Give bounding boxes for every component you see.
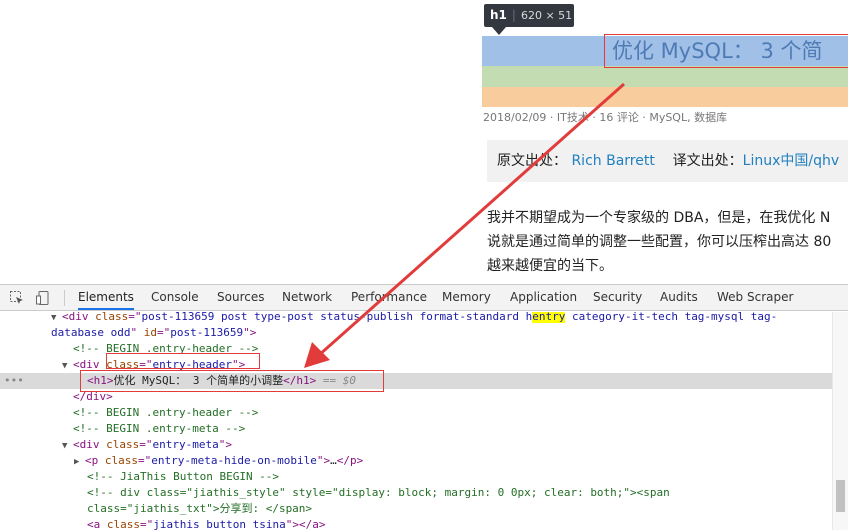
source-label: 原文出处：	[497, 153, 567, 169]
devtools-tab-bar: Elements Console Sources Network Perform…	[0, 285, 848, 311]
dom-comment[interactable]: <!-- JiaThis Button BEGIN -->	[87, 469, 848, 485]
collapse-triangle-icon[interactable]: ▼	[62, 358, 73, 374]
source-box: 原文出处： Rich Barrett 译文出处：Linux中国/qhv	[487, 140, 848, 182]
tab-audits[interactable]: Audits	[660, 285, 698, 310]
dom-node-post-div[interactable]: ▼ <div class="post-113659 post type-post …	[51, 312, 848, 325]
paragraph-line: 越来越便宜的当下。	[487, 258, 613, 274]
tab-sources[interactable]: Sources	[217, 285, 264, 310]
tab-application[interactable]: Application	[510, 285, 577, 310]
dom-comment[interactable]: <!-- BEGIN .entry-meta -->	[73, 421, 848, 437]
translation-site-link[interactable]: Linux中国/qhv	[743, 153, 839, 169]
collapse-triangle-icon[interactable]: ▼	[62, 438, 73, 454]
dom-comment[interactable]: <!-- div class="jiathis_style" style="di…	[87, 485, 848, 501]
h1-annotation-box	[80, 370, 384, 392]
paragraph-line: 我并不期望成为一个专家级的 DBA，但是，在我优化 N	[487, 210, 831, 226]
more-options-icon[interactable]: •••	[4, 373, 24, 389]
element-tooltip: h1 | 620 × 51	[484, 4, 574, 27]
collapse-triangle-icon[interactable]: ▼	[51, 312, 62, 326]
dom-node-a-tsina[interactable]: <a class="jiathis_button_tsina"></a>	[87, 517, 848, 530]
tab-memory[interactable]: Memory	[442, 285, 491, 310]
tab-console[interactable]: Console	[151, 285, 199, 310]
tab-security[interactable]: Security	[593, 285, 642, 310]
title-annotation-box	[604, 34, 848, 68]
devtools-panel: Elements Console Sources Network Perform…	[0, 284, 848, 530]
scrollbar-thumb[interactable]	[836, 480, 845, 512]
class-annotation-box	[106, 353, 260, 369]
inspect-element-icon[interactable]	[9, 290, 25, 306]
h1-padding-highlight	[482, 66, 848, 87]
toolbar-divider	[64, 290, 65, 306]
dom-node-p-meta[interactable]: ▶ <p class="entry-meta-hide-on-mobile">…<…	[74, 453, 848, 469]
expand-triangle-icon[interactable]: ▶	[74, 454, 85, 470]
device-toolbar-icon[interactable]	[35, 290, 51, 306]
tooltip-tag: h1	[490, 8, 507, 22]
tooltip-arrow	[492, 27, 506, 35]
source-author-link[interactable]: Rich Barrett	[571, 153, 654, 169]
page-preview: 优化 MySQL： 3 个简 h1 | 620 × 51 2018/02/09 · …	[0, 0, 848, 284]
dom-comment[interactable]: <!-- BEGIN .entry-header -->	[73, 405, 848, 421]
dom-tree-scrollbar[interactable]	[832, 312, 848, 530]
translation-label: 译文出处：	[672, 153, 743, 169]
tab-network[interactable]: Network	[282, 285, 332, 310]
article-meta: 2018/02/09 · IT技术 · 16 评论 · MySQL, 数据库	[483, 111, 728, 124]
tab-elements[interactable]: Elements	[78, 285, 134, 310]
h1-margin-highlight	[482, 87, 848, 107]
dom-node-entry-meta[interactable]: ▼ <div class="entry-meta">	[62, 437, 848, 453]
tab-web-scraper[interactable]: Web Scraper	[717, 285, 793, 310]
dom-node-post-div-wrap: database odd" id="post-113659">	[51, 326, 257, 339]
paragraph-line: 说就是通过简单的调整一些配置，你可以压榨出高达 80	[487, 234, 832, 250]
tooltip-dimensions: 620 × 51	[520, 9, 573, 22]
tab-performance[interactable]: Performance	[351, 285, 427, 310]
dom-comment-wrap: class="jiathis_txt">分享到: </span>	[87, 502, 313, 515]
dom-tree: ▼ <div class="post-113659 post type-post …	[0, 312, 848, 530]
